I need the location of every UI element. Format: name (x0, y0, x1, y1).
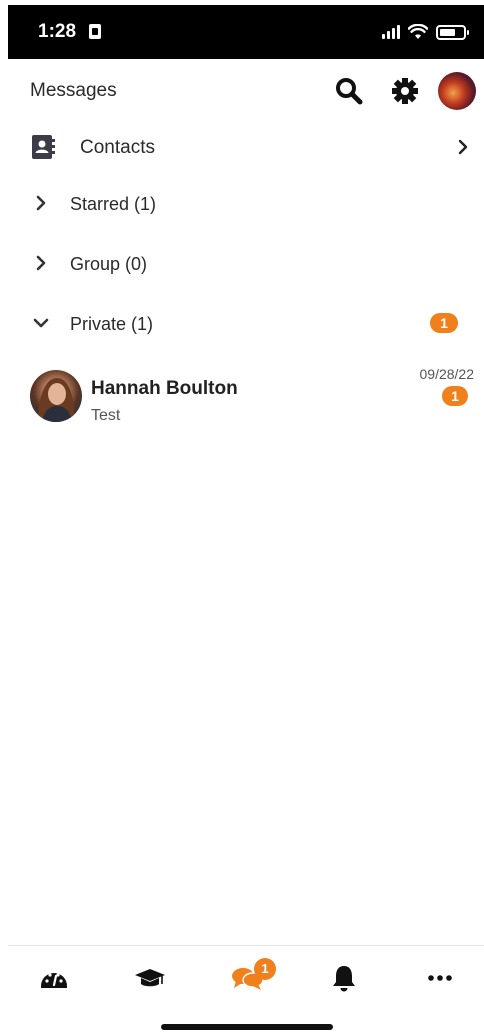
contact-name: Hannah Boulton (91, 378, 238, 399)
gear-icon[interactable] (388, 74, 422, 108)
tab-learning[interactable] (130, 960, 170, 996)
status-indicators (382, 22, 469, 42)
avatar (30, 370, 82, 422)
dashboard-icon (41, 973, 67, 988)
graduation-cap-icon (135, 969, 165, 987)
status-bar: 1:28 (8, 5, 484, 59)
search-icon[interactable] (332, 74, 366, 108)
message-preview: Test (91, 407, 121, 424)
chevron-right-icon (458, 139, 468, 155)
profile-avatar[interactable] (438, 72, 476, 110)
private-unread-badge: 1 (430, 313, 458, 333)
home-indicator (161, 1024, 333, 1030)
message-date: 09/28/22 (419, 366, 475, 382)
page-title: Messages (30, 80, 117, 101)
battery-icon (436, 24, 469, 40)
person-photo-icon (38, 378, 75, 422)
bottom-tab-bar: 1 (8, 945, 484, 1005)
more-icon (428, 975, 452, 981)
tab-notifications[interactable] (324, 960, 364, 996)
section-starred-label: Starred (1) (70, 194, 157, 214)
contact-card-status-icon (89, 24, 101, 39)
tab-dashboard[interactable] (34, 960, 74, 996)
conversation-item[interactable]: Hannah Boulton Test 09/28/22 1 (8, 362, 484, 434)
section-starred[interactable]: Starred (1) (8, 176, 484, 232)
section-private[interactable]: Private (1) 1 (8, 296, 484, 352)
section-group-label: Group (0) (70, 254, 148, 274)
chevron-down-icon (33, 318, 49, 328)
section-group[interactable]: Group (0) (8, 236, 484, 292)
chevron-right-icon (36, 195, 46, 211)
section-private-label: Private (1) (70, 314, 154, 334)
conversation-unread-badge: 1 (442, 386, 468, 406)
contacts-row[interactable]: Contacts (8, 119, 484, 175)
tab-more[interactable] (420, 960, 460, 996)
wifi-icon (408, 24, 428, 39)
bell-icon (333, 966, 355, 992)
status-time: 1:28 (38, 21, 77, 42)
cellular-signal-icon (382, 25, 400, 39)
contacts-label: Contacts (80, 137, 155, 158)
contact-book-icon (32, 135, 55, 159)
header: Messages (8, 60, 484, 122)
messages-tab-badge: 1 (254, 958, 276, 980)
chevron-right-icon (36, 255, 46, 271)
